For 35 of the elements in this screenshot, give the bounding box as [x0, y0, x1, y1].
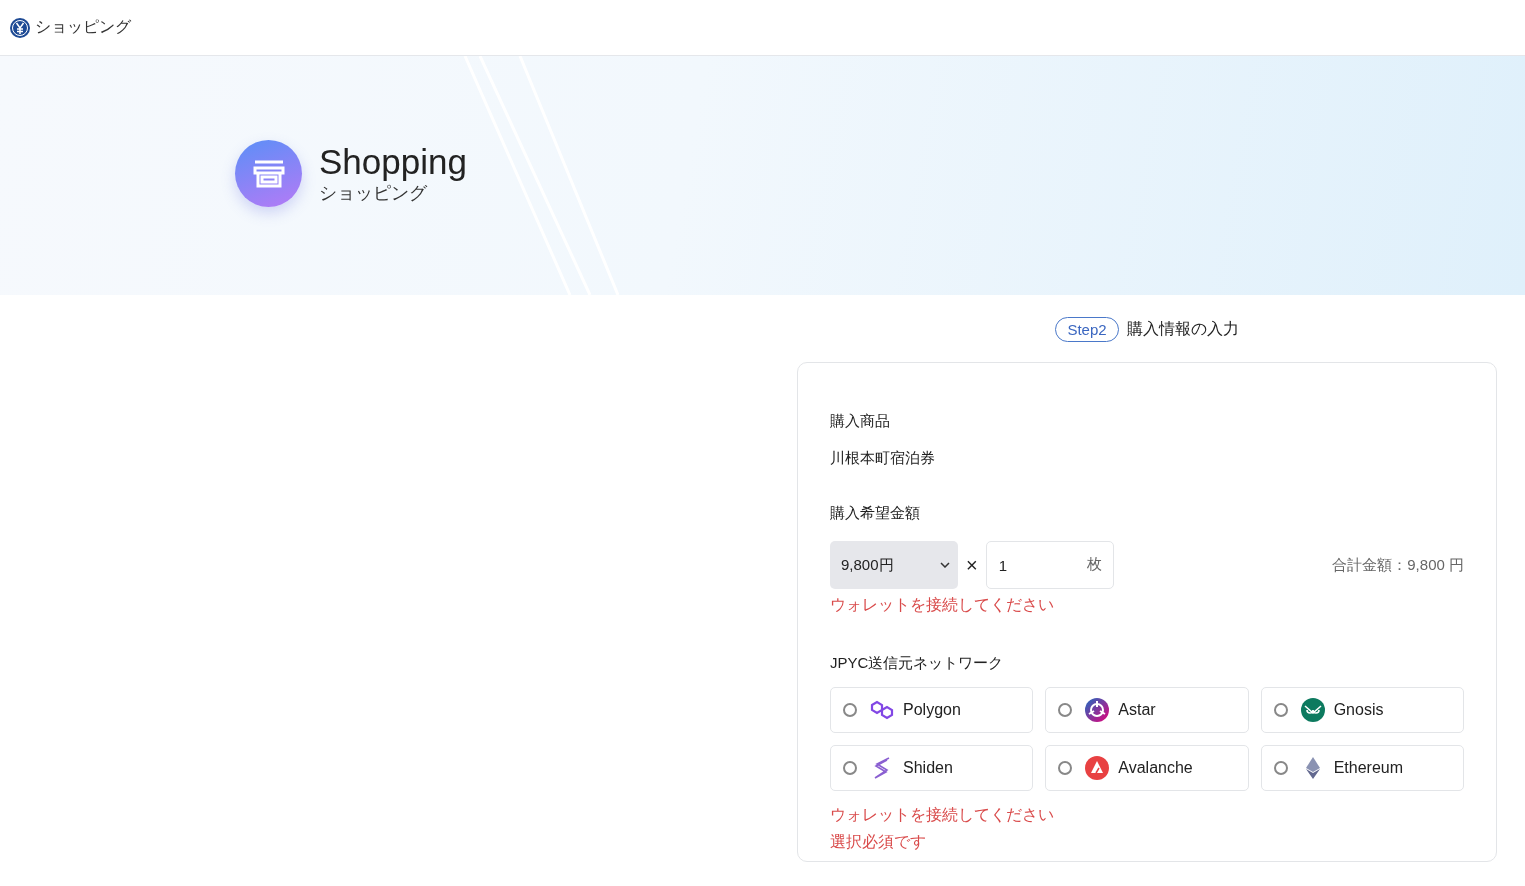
- error-message: 選択必須です: [830, 832, 927, 852]
- radio-button[interactable]: [1058, 703, 1073, 717]
- unit-label: 枚: [1086, 555, 1102, 574]
- shop-icon: [235, 140, 302, 207]
- field-label: JPYC送信元ネットワーク: [830, 654, 1005, 673]
- network-option[interactable]: Ethereum: [1260, 745, 1464, 791]
- multiply-sign: ×: [966, 553, 978, 577]
- field-label: 購入商品: [830, 412, 891, 431]
- radio-button[interactable]: [1058, 761, 1073, 775]
- network-option[interactable]: Gnosis: [1260, 687, 1464, 733]
- app-title: ショッピング: [35, 17, 131, 37]
- page-subtitle: ショッピング: [319, 181, 428, 205]
- radio-button[interactable]: [843, 703, 857, 717]
- diamond-logo-icon: [1305, 757, 1320, 779]
- network-option[interactable]: Polygon: [830, 687, 1034, 733]
- network-option[interactable]: Avalanche: [1045, 745, 1249, 791]
- error-message: ウォレットを接続してください: [830, 595, 1055, 615]
- swirl-logo-icon: [1085, 698, 1110, 722]
- triangle-logo-icon: [1085, 756, 1110, 780]
- yen-coin-icon: [10, 17, 30, 38]
- radio-button[interactable]: [1273, 761, 1288, 775]
- striped-s-icon: [872, 756, 892, 780]
- product-name: 川根本町宿泊券: [830, 449, 936, 468]
- field-label: 購入希望金額: [830, 504, 921, 523]
- chevron-down-icon: [940, 562, 950, 568]
- radio-button[interactable]: [843, 761, 857, 775]
- network-option[interactable]: Shiden: [830, 745, 1034, 791]
- page-title: Shopping: [319, 142, 467, 181]
- radio-button[interactable]: [1273, 703, 1288, 717]
- chain-links-icon: [870, 699, 894, 721]
- amount-select[interactable]: 9,800円: [830, 541, 958, 589]
- step-label: 購入情報の入力: [1126, 319, 1239, 339]
- total-amount: 合計金額：9,800 円: [1332, 555, 1464, 575]
- error-message: ウォレットを接続してください: [830, 805, 1055, 825]
- network-option[interactable]: Astar: [1045, 687, 1249, 733]
